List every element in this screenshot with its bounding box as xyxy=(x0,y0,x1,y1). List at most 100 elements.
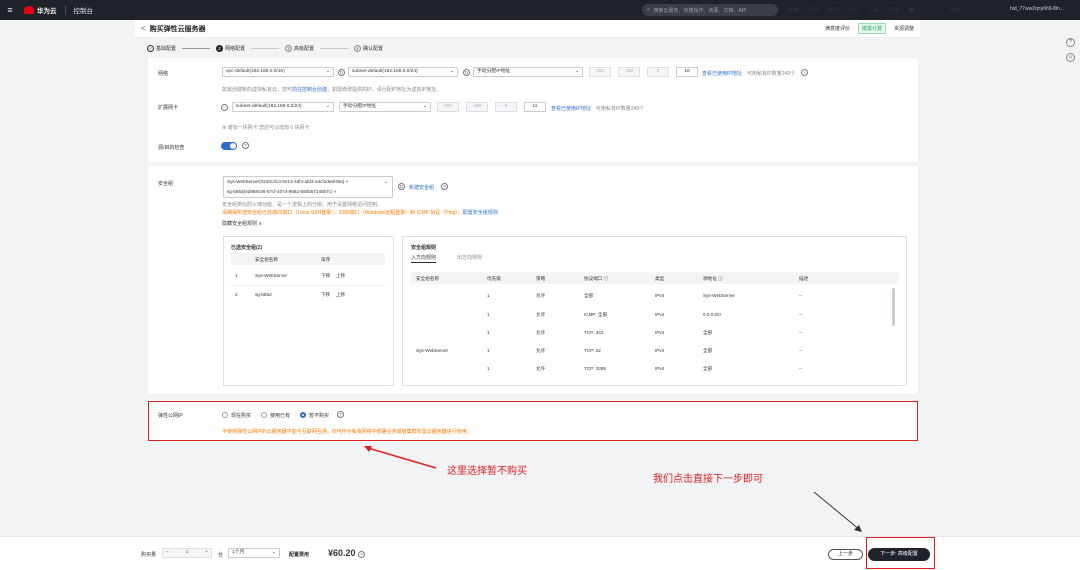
global-search-input[interactable]: ⌕ 搜索云服务、快捷操作、资源、文档、API xyxy=(642,4,778,16)
help-circle-icon[interactable]: ? xyxy=(1066,38,1075,47)
step-connector xyxy=(251,47,280,49)
refresh-icon[interactable]: ↻ xyxy=(463,69,470,76)
sg-name: Sys-WebServer xyxy=(255,273,288,278)
rule-source: 全部 xyxy=(703,330,713,335)
step-number: 2 xyxy=(216,44,224,52)
rule-source-link[interactable]: Sys-WebServer xyxy=(703,293,735,298)
vpc-select[interactable]: vpc-default(192.168.0.0/16) ⌄ xyxy=(222,67,334,77)
close-icon[interactable]: × xyxy=(346,179,349,184)
rule-priority: 1 xyxy=(487,312,490,317)
bell-icon[interactable]: ♪ xyxy=(924,7,928,14)
nav-tickets[interactable]: 工单 xyxy=(888,6,899,14)
rules-scrollbar[interactable] xyxy=(892,288,895,326)
arrow-annotation-1 xyxy=(364,446,437,469)
rule-port: TCP: 3389 xyxy=(584,366,606,371)
sg-tag: sg-b85d(4d988c06-57cf-4074-9582-580b5714… xyxy=(227,189,336,194)
language-switch[interactable]: 简体 xyxy=(949,6,960,14)
nav-tools[interactable]: 工具 xyxy=(868,6,879,14)
col-header: 描述 xyxy=(799,276,809,281)
step-number: 4 xyxy=(354,44,362,52)
rule-desc: -- xyxy=(799,366,803,371)
plus-icon[interactable]: + xyxy=(205,549,211,557)
chevron-down-icon: ⌄ xyxy=(383,179,388,185)
quantity-label: 购买量 xyxy=(141,552,157,558)
hide-rules-toggle[interactable]: 隐藏安全组规则 ∧ xyxy=(222,220,262,227)
step-number: 3 xyxy=(285,44,293,52)
info-icon[interactable]: ? xyxy=(358,551,365,558)
ext-ip-octet-4-input[interactable]: 11 xyxy=(524,102,546,112)
ip-octet-4-input[interactable]: 18 xyxy=(676,67,698,77)
step-label: 确认配置 xyxy=(363,45,384,52)
resource-adjust-link[interactable]: 资源调整 xyxy=(894,25,914,32)
previous-button[interactable]: 上一步 xyxy=(828,549,863,560)
info-icon[interactable]: ? xyxy=(242,142,249,149)
step-connector xyxy=(320,47,349,49)
rules-title: 安全组规则 xyxy=(411,245,437,251)
rule-strategy: 允许 xyxy=(536,348,546,353)
minus-icon[interactable]: − xyxy=(163,549,169,557)
duration-select[interactable]: 1个月 ⌄ xyxy=(228,548,280,558)
nav-resources[interactable]: 资源 xyxy=(808,6,819,14)
info-icon: ⓘ xyxy=(603,276,609,281)
ext-view-used-ip-link[interactable]: 查看已使用IP地址 xyxy=(551,105,591,112)
ext-subnet-select[interactable]: subnet-default(192.168.0.0/24) ⌄ xyxy=(232,102,334,112)
hint-text: 如需创建新的虚拟私有云，您可 xyxy=(222,87,293,93)
refresh-icon[interactable]: ↻ xyxy=(338,69,345,76)
console-link[interactable]: 控制台 xyxy=(74,5,94,15)
info-icon[interactable]: ? xyxy=(441,183,448,190)
search-placeholder: 搜索云服务、快捷操作、资源、文档、API xyxy=(653,7,747,14)
view-used-ip-link[interactable]: 查看已使用IP地址 xyxy=(702,70,742,77)
security-group-select[interactable]: Sys-WebServer(0233c313-0e13-4df4-afd3-a4… xyxy=(223,176,393,198)
source-check-toggle[interactable] xyxy=(221,142,237,150)
move-up-link[interactable]: 上移 xyxy=(336,292,345,298)
chevron-down-icon: ⌄ xyxy=(422,104,427,109)
quantity-value: 1 xyxy=(185,550,189,555)
rule-desc: -- xyxy=(799,348,803,353)
configure-rules-link[interactable]: 配置安全组规则 xyxy=(463,210,498,216)
nav-enterprise[interactable]: 企业 xyxy=(848,6,859,14)
close-icon[interactable]: × xyxy=(334,189,337,194)
add-icon[interactable]: + xyxy=(801,69,808,76)
ext-ip-mode-select[interactable]: 手动分配IP地址 ⌄ xyxy=(339,102,431,112)
rule-priority: 1 xyxy=(487,293,490,298)
ext-nic-label: 扩展网卡 xyxy=(158,105,179,111)
add-nic-button[interactable]: ⊕ 增加一块网卡 您还可以增加 0 块网卡 xyxy=(222,124,310,131)
ip-mode-select[interactable]: 手动分配IP地址 ⌄ xyxy=(473,67,583,77)
huawei-cloud-logo[interactable]: 华为云 xyxy=(24,5,57,15)
rule-type: IPv4 xyxy=(655,293,665,298)
quantity-stepper[interactable]: − 1 + xyxy=(162,548,212,558)
ip-octet-1: 192 xyxy=(589,67,611,77)
rule-desc: -- xyxy=(799,293,803,298)
move-down-link[interactable]: 下移 xyxy=(321,273,330,279)
step-connector xyxy=(182,47,211,49)
chevron-down-icon: ⌄ xyxy=(271,550,276,555)
fee-label: 配置费用 xyxy=(289,552,310,558)
back-arrow-icon[interactable]: < xyxy=(141,24,146,33)
highlight-box-eip xyxy=(148,401,918,441)
create-vpc-link[interactable]: 前往控制台创建 xyxy=(292,87,327,93)
nav-billing[interactable]: 费用 xyxy=(828,6,839,14)
page-title: 购买弹性云服务器 xyxy=(149,25,206,33)
subnet-select[interactable]: subnet-default(192.168.0.0/24) ⌄ xyxy=(348,67,458,77)
screen-icon[interactable]: ▣ xyxy=(908,6,915,14)
row-index: 1 xyxy=(235,273,238,278)
tab-outbound[interactable]: 出方向规则 xyxy=(457,254,482,261)
selected-groups-title: 已选安全组(2) xyxy=(231,245,263,251)
billing-badge: 按需计费 xyxy=(857,23,886,34)
tab-inbound[interactable]: 入方向规则 xyxy=(411,254,437,263)
col-header-text: 协议端口 xyxy=(584,276,603,281)
step-basic[interactable]: ✓ 基础配置 xyxy=(147,44,176,52)
sg-name: sg-b85d xyxy=(255,292,272,297)
new-security-group-link[interactable]: 新建安全组 xyxy=(409,184,434,191)
ext-ip-mode-value: 手动分配IP地址 xyxy=(343,104,377,109)
remove-nic-icon[interactable]: − xyxy=(221,104,228,111)
menu-icon[interactable]: ≡ xyxy=(0,5,20,15)
col-header: 类型 xyxy=(655,276,665,281)
refresh-icon[interactable]: ↻ xyxy=(398,183,405,190)
nav-filing[interactable]: 备案 xyxy=(788,6,799,14)
smile-icon[interactable]: ☺ xyxy=(1066,53,1075,62)
account-name[interactable]: hid_77ww2qny6h9-8ln... xyxy=(1010,6,1064,12)
satisfaction-link[interactable]: 满意度评价 xyxy=(825,25,850,32)
help-icon[interactable]: ? xyxy=(936,7,940,14)
source-check-label: 源/目的检查 xyxy=(158,145,185,151)
